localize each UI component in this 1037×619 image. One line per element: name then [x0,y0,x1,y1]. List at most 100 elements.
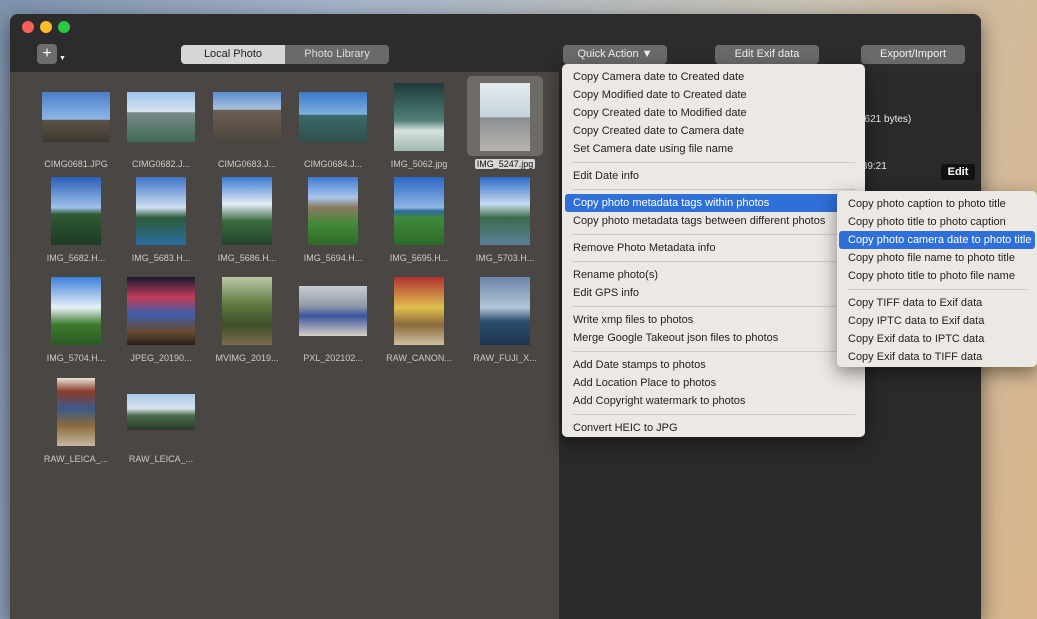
title-bar [10,14,981,40]
photo-thumbnail-item[interactable]: CIMG0681.JPG [36,82,122,178]
menu-menu-item[interactable]: Copy photo metadata tags between differe… [562,212,865,230]
export-import-button[interactable]: Export/Import [861,45,965,64]
photo-thumbnail-item[interactable]: CIMG0683.J... [207,82,293,178]
photo-filename: RAW_CANON... [379,353,459,363]
photo-filename: CIMG0684.J... [293,159,373,169]
submenu-menu-item[interactable]: Copy IPTC data to Exif data [837,312,1037,330]
tab-local-photo[interactable]: Local Photo [181,45,285,64]
photo-filename: IMG_5062.jpg [379,159,459,169]
photo-filename-text: RAW_CANON... [386,353,452,363]
photo-filename-text: CIMG0684.J... [303,159,363,169]
quick-action-button[interactable]: Quick Action ▼ [563,45,667,64]
photo-thumbnail-item[interactable]: JPEG_20190... [121,276,207,372]
submenu-menu-item[interactable]: Copy Exif data to TIFF data [837,348,1037,366]
menu-menu-item[interactable]: Copy Modified date to Created date [562,86,865,104]
photo-filename-text: IMG_5683.H... [131,253,191,263]
photo-thumbnail-item[interactable]: IMG_5704.H... [36,276,122,372]
photo-thumbnail-frame [121,176,207,251]
photo-image [480,277,530,345]
photo-thumbnail-item[interactable]: IMG_5062.jpg [379,82,465,178]
photo-filename: JPEG_20190... [121,353,201,363]
menu-menu-item[interactable]: Add Location Place to photos [562,374,865,392]
photo-thumbnail-item[interactable]: IMG_5682.H... [36,176,122,272]
photo-image [299,92,367,142]
photo-filename: RAW_LEICA_... [121,454,201,464]
photo-filename: CIMG0682.J... [121,159,201,169]
photo-thumbnail-item[interactable]: RAW_FUJI_X... [465,276,551,372]
photo-filename-text: JPEG_20190... [130,353,192,363]
photo-image [308,177,358,245]
photo-image [394,83,444,151]
menu-menu-item[interactable]: Copy Camera date to Created date [562,68,865,86]
photo-thumbnail-frame [121,276,207,351]
file-size-text: 3621 bytes) [859,114,912,125]
submenu-menu-item[interactable]: Copy TIFF data to Exif data [837,294,1037,312]
photo-filename-text: CIMG0682.J... [131,159,191,169]
photo-thumbnail-frame [379,176,465,251]
photo-thumbnail-item[interactable]: PXL_202102... [293,276,379,372]
menu-menu-item[interactable]: Write xmp files to photos [562,311,865,329]
photo-image [136,177,186,245]
photo-thumbnail-item[interactable]: IMG_5247.jpg [465,76,551,178]
quick-action-menu: Copy Camera date to Created date Copy Mod… [562,64,865,437]
photo-thumbnail-item[interactable]: CIMG0682.J... [121,82,207,178]
photo-thumbnail-frame [293,176,379,251]
submenu-menu-item[interactable]: Copy photo caption to photo title [837,195,1037,213]
photo-thumbnail-item[interactable]: RAW_LEICA_... [36,377,122,473]
photo-filename-text: IMG_5682.H... [46,253,106,263]
menu-separator [572,162,855,163]
photo-thumbnail-frame [121,82,207,157]
edit-button[interactable]: Edit [941,164,975,180]
maximize-window-button[interactable] [58,21,70,33]
photo-image [42,92,110,142]
menu-separator [572,306,855,307]
menu-menu-item[interactable]: Copy Created date to Camera date [562,122,865,140]
photo-filename: IMG_5683.H... [121,253,201,263]
photo-thumbnail-item[interactable]: IMG_5703.H... [465,176,551,272]
submenu-menu-item[interactable]: Copy photo camera date to photo title [839,231,1035,249]
submenu-menu-item[interactable]: Copy photo file name to photo title [837,249,1037,267]
photo-thumbnail-frame [207,176,293,251]
photo-thumbnail-item[interactable]: CIMG0684.J... [293,82,379,178]
minimize-window-button[interactable] [40,21,52,33]
photo-thumbnail-frame [465,82,551,157]
menu-menu-item[interactable]: Set Camera date using file name [562,140,865,158]
edit-exif-button[interactable]: Edit Exif data [715,45,819,64]
photo-thumbnail-item[interactable]: RAW_CANON... [379,276,465,372]
menu-menu-item[interactable]: Copy Created date to Modified date [562,104,865,122]
submenu-menu-item[interactable]: Copy photo title to photo caption [837,213,1037,231]
photo-thumbnail-item[interactable]: IMG_5683.H... [121,176,207,272]
add-button[interactable]: + [37,44,57,64]
photo-thumbnail-item[interactable]: MVIMG_2019... [207,276,293,372]
menu-menu-item[interactable]: Merge Google Takeout json files to photo… [562,329,865,347]
photo-filename: IMG_5682.H... [36,253,116,263]
photo-filename: RAW_FUJI_X... [465,353,545,363]
photo-thumbnail-frame [379,276,465,351]
menu-menu-item[interactable]: Edit Date info [562,167,865,185]
close-window-button[interactable] [22,21,34,33]
menu-menu-item[interactable]: Edit GPS info [562,284,865,302]
photo-image [480,83,530,151]
photo-filename: IMG_5703.H... [465,253,545,263]
caret-down-icon[interactable]: ▼ [59,55,66,62]
photo-filename-text: RAW_LEICA_... [43,454,109,464]
photo-filename: CIMG0683.J... [207,159,287,169]
photo-filename-text: RAW_FUJI_X... [473,353,537,363]
photo-thumbnail-frame [121,377,207,452]
photo-thumbnail-frame [293,82,379,157]
menu-menu-item[interactable]: Add Copyright watermark to photos [562,392,865,410]
photo-thumbnail-frame [293,276,379,351]
photo-thumbnail-item[interactable]: IMG_5694.H... [293,176,379,272]
submenu-menu-item[interactable]: Copy Exif data to IPTC data [837,330,1037,348]
menu-menu-item[interactable]: Rename photo(s) [562,266,865,284]
menu-menu-item[interactable]: Remove Photo Metadata info [562,239,865,257]
menu-menu-item[interactable]: Add Date stamps to photos [562,356,865,374]
photo-thumbnail-item[interactable]: IMG_5686.H... [207,176,293,272]
tab-photo-library[interactable]: Photo Library [285,45,389,64]
menu-menu-item[interactable]: Convert HEIC to JPG [562,419,865,437]
photo-thumbnail-frame [465,276,551,351]
photo-thumbnail-item[interactable]: IMG_5695.H... [379,176,465,272]
submenu-menu-item[interactable]: Copy photo title to photo file name [837,267,1037,285]
photo-thumbnail-item[interactable]: RAW_LEICA_... [121,377,207,473]
menu-menu-item[interactable]: Copy photo metadata tags within photos [565,194,862,212]
